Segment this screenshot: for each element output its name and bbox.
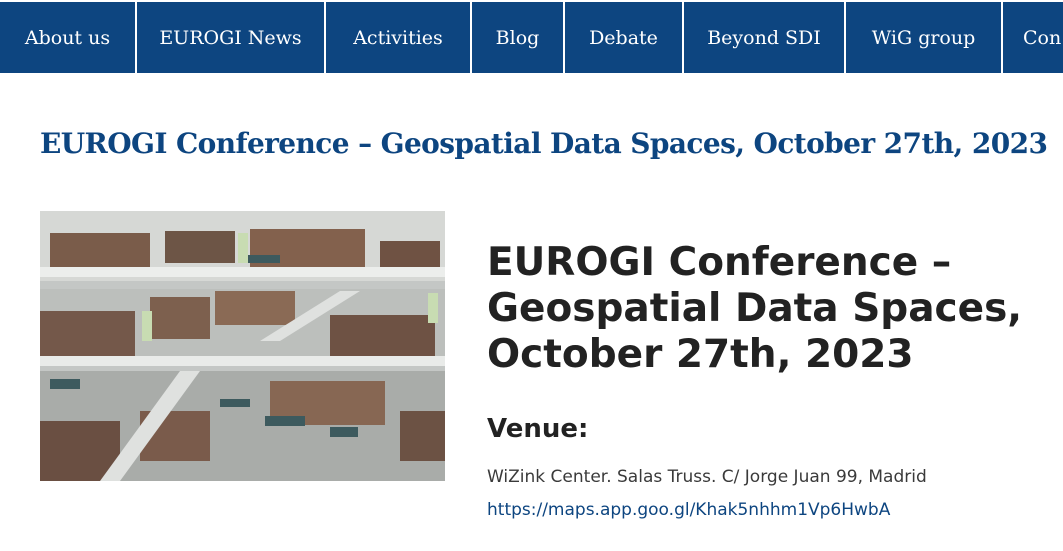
nav-item-eurogi-news[interactable]: EUROGI News	[137, 2, 324, 73]
nav-item-blog[interactable]: Blog	[472, 2, 563, 73]
venue-map-link[interactable]: https://maps.app.goo.gl/Khak5nhhm1Vp6Hwb…	[487, 500, 890, 520]
venue-heading: Venue:	[487, 414, 589, 444]
nav-item-debate[interactable]: Debate	[565, 2, 682, 73]
event-image	[40, 211, 445, 481]
nav-item-contact[interactable]: Con	[1003, 2, 1063, 73]
event-title: EUROGI Conference – Geospatial Data Spac…	[487, 240, 1023, 377]
nav-item-beyond-sdi[interactable]: Beyond SDI	[684, 2, 844, 73]
nav-item-activities[interactable]: Activities	[326, 2, 470, 73]
library-interior-photo	[40, 211, 445, 481]
nav-menu: About us EUROGI News Activities Blog Deb…	[0, 2, 1063, 73]
venue-address: WiZink Center. Salas Truss. C/ Jorge Jua…	[487, 467, 927, 487]
nav-item-about-us[interactable]: About us	[0, 2, 135, 73]
nav-item-wig-group[interactable]: WiG group	[846, 2, 1001, 73]
top-navigation: About us EUROGI News Activities Blog Deb…	[0, 0, 1063, 76]
page-title: EUROGI Conference – Geospatial Data Spac…	[40, 127, 1048, 160]
